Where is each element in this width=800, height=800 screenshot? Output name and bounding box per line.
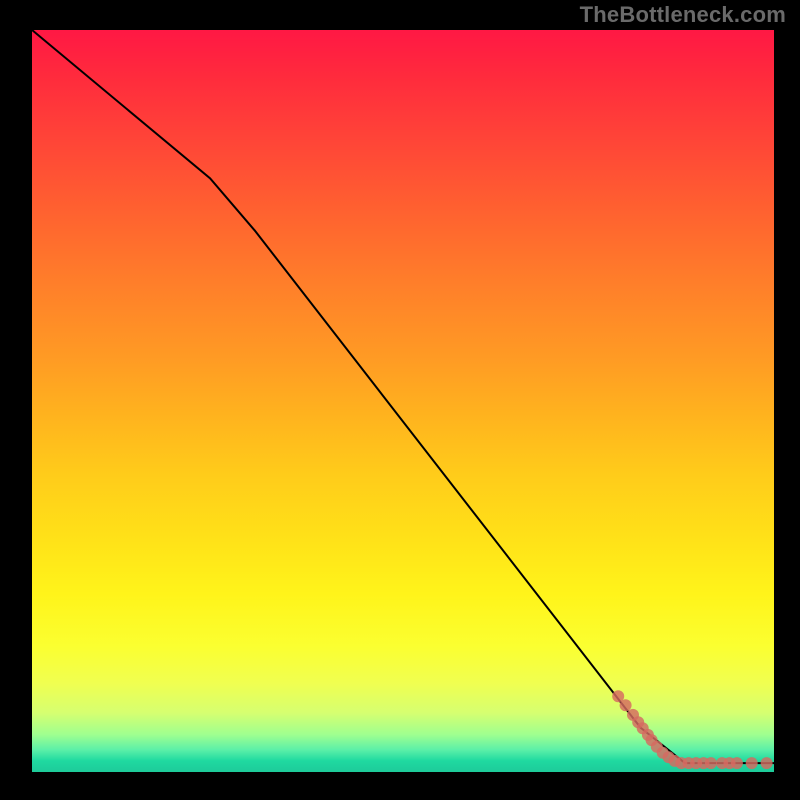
marker-group [612, 690, 772, 769]
chart-svg [32, 30, 774, 772]
data-marker [731, 757, 743, 769]
plot-area [32, 30, 774, 772]
chart-frame: TheBottleneck.com [0, 0, 800, 800]
bottleneck-curve [32, 30, 774, 763]
data-marker [761, 757, 773, 769]
attribution-text: TheBottleneck.com [580, 2, 786, 28]
data-marker [746, 757, 758, 769]
data-marker [705, 757, 717, 769]
data-marker [620, 699, 632, 711]
